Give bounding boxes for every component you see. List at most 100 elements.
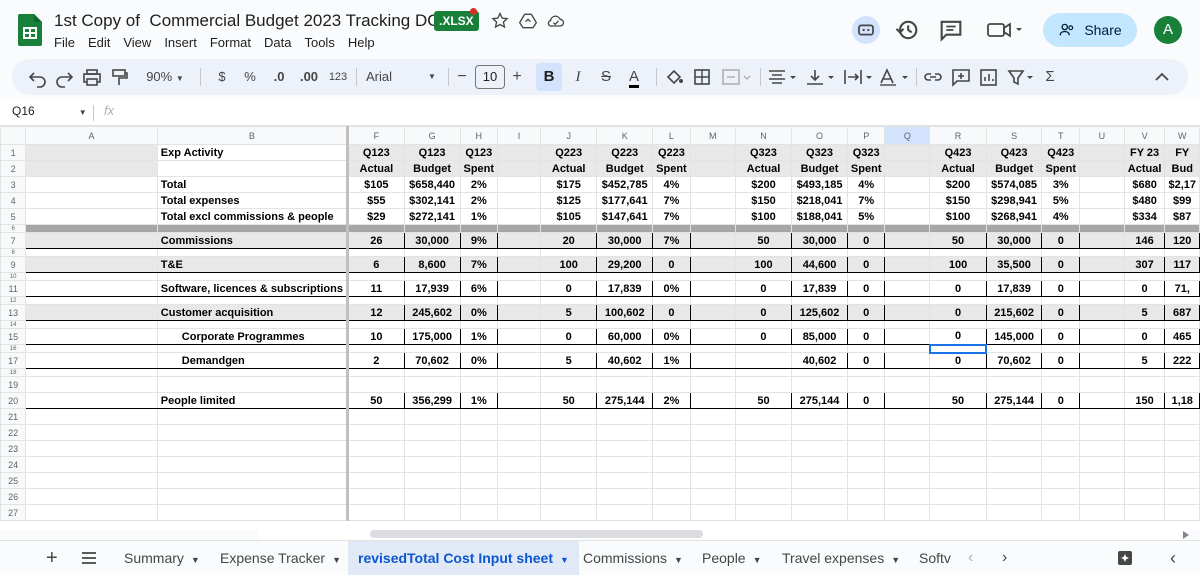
cell[interactable] xyxy=(652,408,691,425)
cell[interactable]: 0% xyxy=(652,328,691,345)
cell[interactable] xyxy=(1079,352,1125,369)
cell[interactable]: 0% xyxy=(652,280,691,297)
cell[interactable]: 2 xyxy=(346,352,405,369)
cell[interactable] xyxy=(596,344,654,353)
cell[interactable] xyxy=(346,376,405,393)
cell[interactable] xyxy=(403,424,461,441)
cell[interactable]: 0 xyxy=(652,304,691,321)
decrease-font-size-button[interactable]: − xyxy=(454,59,470,95)
cell[interactable] xyxy=(459,456,499,473)
cell[interactable] xyxy=(1079,472,1125,489)
cell[interactable] xyxy=(596,472,654,489)
cell[interactable] xyxy=(689,408,736,425)
cell[interactable] xyxy=(985,320,1043,329)
cell[interactable] xyxy=(1123,272,1166,281)
cell[interactable] xyxy=(1079,392,1125,409)
cell[interactable]: 17,939 xyxy=(403,280,461,297)
column-header[interactable]: I xyxy=(497,126,542,145)
cell[interactable] xyxy=(985,376,1043,393)
cell[interactable]: 30,000 xyxy=(403,232,461,249)
cell[interactable] xyxy=(25,144,158,161)
cell[interactable]: Actual xyxy=(540,160,598,177)
cell[interactable] xyxy=(497,320,542,329)
increase-font-size-button[interactable]: + xyxy=(509,59,525,95)
cell[interactable] xyxy=(497,408,542,425)
row-label-cell[interactable]: T&E xyxy=(156,256,349,273)
row-label-cell[interactable] xyxy=(156,504,349,521)
cell[interactable] xyxy=(884,328,931,345)
cell[interactable] xyxy=(497,232,542,249)
cell[interactable] xyxy=(1164,320,1200,329)
cell[interactable] xyxy=(1079,232,1125,249)
column-header[interactable]: J xyxy=(540,126,598,145)
cell[interactable]: $200 xyxy=(734,176,793,193)
cell[interactable] xyxy=(1123,248,1166,257)
cell[interactable] xyxy=(25,304,158,321)
cell[interactable]: $100 xyxy=(734,208,793,225)
cell[interactable] xyxy=(689,296,736,305)
cell[interactable]: 125,602 xyxy=(791,304,848,321)
cell[interactable] xyxy=(734,272,793,281)
cell[interactable] xyxy=(985,296,1043,305)
cell[interactable] xyxy=(884,224,931,233)
cell[interactable] xyxy=(884,392,931,409)
cell[interactable]: 0 xyxy=(734,328,793,345)
cell[interactable]: 0 xyxy=(540,280,598,297)
cell[interactable]: Q223 xyxy=(540,144,598,161)
row-header[interactable]: 16 xyxy=(0,344,27,353)
cell[interactable]: 0 xyxy=(846,352,886,369)
cell[interactable] xyxy=(689,488,736,505)
cell[interactable] xyxy=(791,368,848,377)
cell[interactable] xyxy=(1079,440,1125,457)
cell[interactable] xyxy=(929,472,987,489)
cell[interactable] xyxy=(689,352,736,369)
cell[interactable]: $188,041 xyxy=(791,208,848,225)
formula-input[interactable] xyxy=(130,102,1190,122)
cell[interactable]: 0 xyxy=(1041,232,1081,249)
scrollbar-thumb[interactable] xyxy=(370,530,703,538)
cell[interactable]: Actual xyxy=(929,160,987,177)
cell[interactable] xyxy=(846,408,886,425)
cell[interactable] xyxy=(689,320,736,329)
cell[interactable]: 0 xyxy=(929,328,987,345)
cell[interactable]: 17,839 xyxy=(791,280,848,297)
cell[interactable]: 6% xyxy=(459,280,499,297)
cell[interactable]: 85,000 xyxy=(791,328,848,345)
cell[interactable] xyxy=(459,344,499,353)
cell[interactable] xyxy=(497,248,542,257)
cell[interactable] xyxy=(540,376,598,393)
cell[interactable]: 4% xyxy=(652,176,691,193)
font-family-select[interactable]: Arial ▼ xyxy=(366,59,438,95)
row-header[interactable]: 9 xyxy=(0,256,27,273)
cell[interactable] xyxy=(846,272,886,281)
column-header[interactable]: U xyxy=(1079,126,1125,145)
cell[interactable] xyxy=(1041,504,1081,521)
cell[interactable] xyxy=(346,488,405,505)
cell[interactable]: 275,144 xyxy=(791,392,848,409)
cell[interactable] xyxy=(1079,224,1125,233)
cell[interactable]: 50 xyxy=(734,232,793,249)
row-header[interactable]: 12 xyxy=(0,296,27,305)
cell[interactable] xyxy=(25,272,158,281)
cell[interactable] xyxy=(403,368,461,377)
row-header[interactable]: 25 xyxy=(0,472,27,489)
cell[interactable] xyxy=(596,440,654,457)
cell[interactable] xyxy=(540,408,598,425)
cell[interactable]: $87 xyxy=(1164,208,1200,225)
cell[interactable] xyxy=(689,368,736,377)
cell[interactable] xyxy=(25,328,158,345)
cell[interactable] xyxy=(596,408,654,425)
cell[interactable] xyxy=(884,440,931,457)
cell[interactable] xyxy=(1041,296,1081,305)
cell[interactable] xyxy=(884,304,931,321)
cell[interactable]: Q323 xyxy=(791,144,848,161)
cell[interactable] xyxy=(734,320,793,329)
row-header[interactable]: 5 xyxy=(0,208,27,225)
cell[interactable]: 0 xyxy=(929,280,987,297)
cell[interactable] xyxy=(791,440,848,457)
cell[interactable] xyxy=(791,472,848,489)
column-header[interactable]: R xyxy=(929,126,987,145)
cell[interactable] xyxy=(25,176,158,193)
paint-format-icon[interactable] xyxy=(110,59,130,95)
cell[interactable] xyxy=(689,376,736,393)
